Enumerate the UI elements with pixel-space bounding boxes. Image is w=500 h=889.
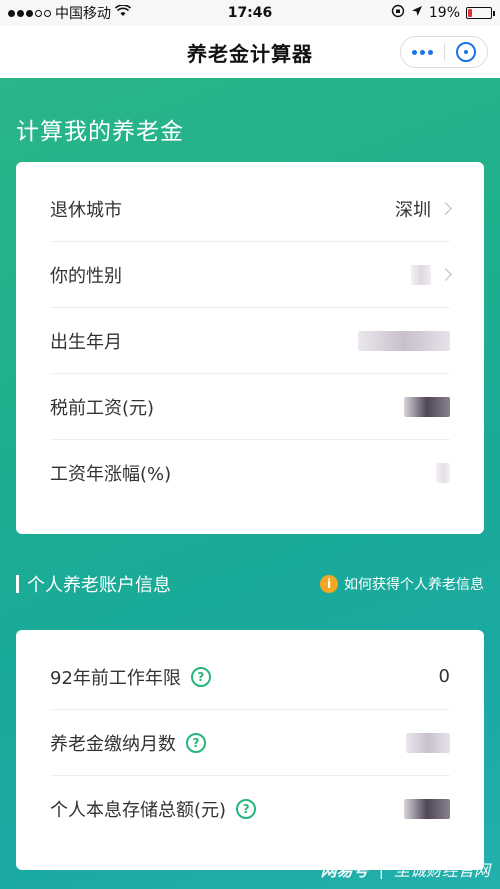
work-years-label: 92年前工作年限 — [50, 667, 181, 689]
salary-growth-row[interactable]: 工资年涨幅(%) — [50, 440, 450, 506]
basic-info-card: 退休城市 深圳 你的性别 出生年月 税前工资(元) 工资年涨幅(%) — [16, 162, 484, 534]
battery-level — [468, 9, 473, 17]
status-time: 17:46 — [227, 5, 273, 21]
status-bar: 中国移动 17:46 19% — [0, 0, 500, 26]
chevron-right-icon — [439, 268, 452, 281]
pension-info-help-link[interactable]: i 如何获得个人养老信息 — [320, 574, 484, 594]
nav-bar: 养老金计算器 — [0, 26, 500, 78]
salary-value-redacted — [404, 396, 450, 417]
contribution-months-row[interactable]: 养老金缴纳月数 ? — [50, 710, 450, 776]
close-button[interactable] — [445, 37, 488, 67]
more-button[interactable] — [401, 37, 444, 67]
retire-city-label: 退休城市 — [50, 199, 122, 221]
location-arrow-icon — [411, 5, 423, 21]
watermark-source: 至诚财经官网 — [393, 861, 490, 880]
page-title: 养老金计算器 — [187, 41, 313, 66]
close-icon — [455, 42, 476, 62]
battery-icon — [466, 7, 495, 19]
account-balance-value-redacted — [404, 799, 450, 819]
contribution-months-value-redacted — [406, 732, 450, 753]
birth-date-row[interactable]: 出生年月 — [50, 308, 450, 374]
work-years-value: 0 — [438, 666, 450, 687]
help-icon[interactable]: ? — [186, 732, 206, 753]
section-title-wrap: 个人养老账户信息 — [16, 571, 171, 597]
birth-date-value-redacted — [358, 330, 450, 351]
section-marker — [16, 575, 19, 593]
wifi-icon — [114, 4, 132, 21]
salary-row[interactable]: 税前工资(元) — [50, 374, 450, 440]
work-years-row[interactable]: 92年前工作年限 ? 0 — [50, 644, 450, 710]
info-icon: i — [320, 575, 338, 593]
account-section-header: 个人养老账户信息 i 如何获得个人养老信息 — [16, 570, 484, 598]
account-section-title: 个人养老账户信息 — [27, 575, 171, 596]
salary-growth-value-redacted — [436, 463, 450, 483]
retire-city-value: 深圳 — [395, 199, 431, 221]
birth-date-label: 出生年月 — [50, 331, 122, 353]
chevron-right-icon — [439, 202, 452, 215]
gender-row[interactable]: 你的性别 — [50, 242, 452, 308]
status-left: 中国移动 — [8, 3, 178, 23]
mini-program-capsule — [400, 36, 488, 68]
watermark: 网易号 | 至诚财经官网 — [321, 857, 490, 881]
carrier-name: 中国移动 — [55, 6, 111, 22]
contribution-months-label: 养老金缴纳月数 — [50, 733, 176, 755]
account-balance-label: 个人本息存储总额(元) — [50, 800, 227, 821]
watermark-brand: 网易号 — [320, 861, 369, 880]
calculator-heading: 计算我的养老金 — [16, 119, 184, 145]
watermark-separator: | — [378, 859, 384, 879]
battery-percent: 19% — [428, 5, 460, 21]
pension-info-help-text: 如何获得个人养老信息 — [344, 577, 484, 593]
help-icon[interactable]: ? — [190, 666, 211, 687]
gender-label: 你的性别 — [50, 265, 122, 287]
status-right: 19% — [322, 4, 495, 22]
signal-strength-icon — [8, 9, 51, 17]
more-icon — [411, 49, 433, 55]
help-icon[interactable]: ? — [236, 799, 257, 819]
account-balance-row[interactable]: 个人本息存储总额(元) ? — [50, 776, 450, 842]
gender-value-redacted — [411, 264, 431, 285]
retire-city-row[interactable]: 退休城市 深圳 — [50, 176, 452, 242]
salary-label: 税前工资(元) — [50, 397, 155, 419]
account-info-card: 92年前工作年限 ? 0 养老金缴纳月数 ? 个人本息存储总额(元) ? — [16, 630, 484, 870]
orientation-lock-icon — [391, 4, 405, 22]
salary-growth-label: 工资年涨幅(%) — [50, 464, 172, 485]
